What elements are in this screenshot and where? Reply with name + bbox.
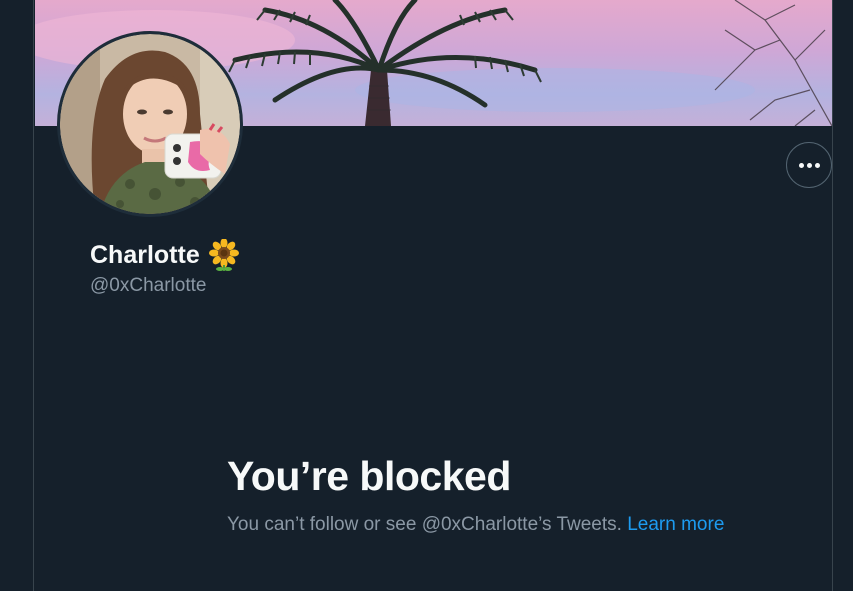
- sunflower-icon: [208, 239, 239, 271]
- display-name-text: Charlotte: [90, 241, 200, 269]
- learn-more-link[interactable]: Learn more: [627, 514, 724, 535]
- profile-photo: [60, 34, 240, 214]
- avatar[interactable]: [57, 31, 243, 217]
- blocked-message: You can’t follow or see @0xCharlotte’s T…: [227, 514, 622, 535]
- more-options-button[interactable]: [786, 142, 832, 188]
- blocked-title: You’re blocked: [227, 453, 511, 499]
- profile-handle: @0xCharlotte: [90, 275, 207, 296]
- blocked-message-block: You can’t follow or see @0xCharlotte’s T…: [227, 512, 727, 538]
- profile-page: Charlotte @0xCharlotte You’re blocked Yo…: [0, 0, 853, 591]
- more-horizontal-icon: [798, 162, 820, 168]
- profile-display-name: Charlotte: [90, 238, 240, 272]
